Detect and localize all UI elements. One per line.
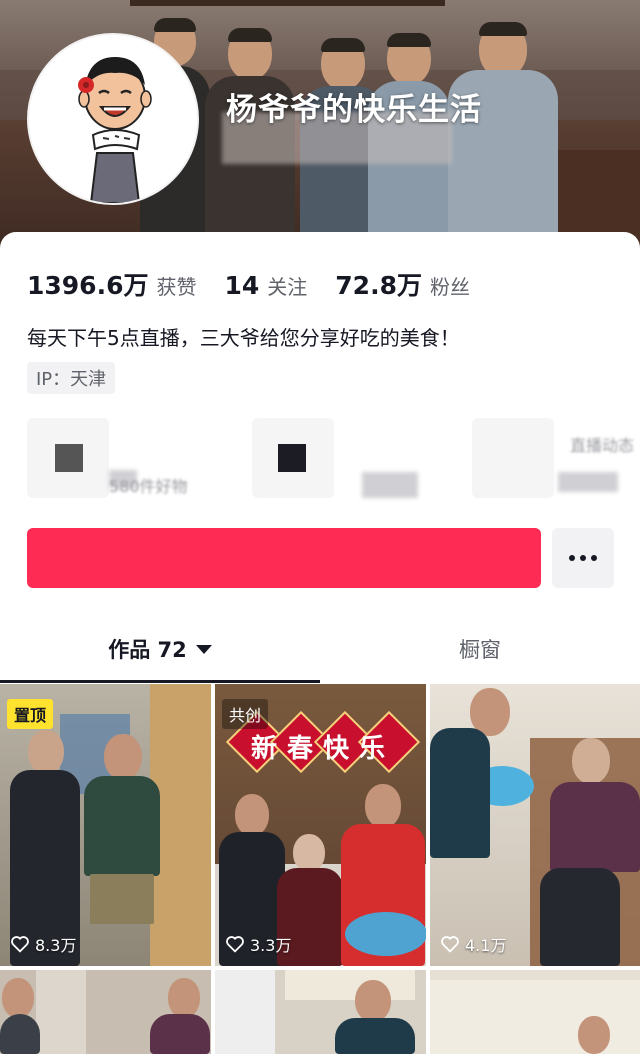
video-grid: 置顶 8.3万 新春快乐 共创 3.3万 4.1万 — [0, 684, 640, 1054]
video-tile-6[interactable] — [430, 970, 640, 1054]
more-dot-2 — [580, 555, 586, 561]
stat-followers-value: 72.8万 — [335, 271, 422, 300]
more-button[interactable] — [552, 528, 614, 588]
entry-live-label: 直播动态 — [570, 436, 635, 455]
video-5-fridge — [215, 970, 275, 1054]
video-1-person-right — [84, 734, 160, 966]
banner-frame — [130, 0, 445, 6]
entry-live-thumb — [472, 418, 554, 498]
avatar[interactable] — [27, 33, 199, 205]
more-dot-3 — [591, 555, 597, 561]
stat-likes[interactable]: 1396.6万 获赞 — [27, 266, 196, 302]
video-1-likes-count: 8.3万 — [35, 936, 77, 955]
entry-middle[interactable] — [252, 418, 452, 498]
video-2-likes-count: 3.3万 — [250, 936, 292, 955]
video-3-likes: 4.1万 — [440, 932, 506, 956]
video-1-person-left — [10, 730, 80, 966]
entry-shop-label: 580件好物 — [109, 477, 188, 496]
video-3-person-left — [430, 684, 520, 944]
entry-live-mosaic — [558, 472, 618, 492]
ip-location-tag: IP：天津 — [27, 362, 116, 394]
profile-banner: 杨爷爷的快乐生活 — [0, 0, 640, 250]
video-3-likes-count: 4.1万 — [465, 936, 507, 955]
more-dots-icon — [569, 555, 575, 561]
entry-shop[interactable]: 580件好物 — [27, 418, 227, 498]
video-tile-1[interactable]: 置顶 8.3万 — [0, 684, 211, 966]
heart-icon — [441, 936, 459, 953]
entry-shop-icon — [55, 444, 83, 472]
tab-works[interactable]: 作品 72 — [0, 618, 320, 680]
heart-icon — [226, 936, 244, 953]
video-tile-2[interactable]: 新春快乐 共创 3.3万 — [215, 684, 426, 966]
tab-active-indicator — [0, 680, 320, 683]
video-2-title: 新春快乐 — [250, 734, 395, 764]
video-3-person-right — [540, 738, 640, 966]
stat-likes-value: 1396.6万 — [27, 271, 149, 300]
stat-followers[interactable]: 72.8万 粉丝 — [335, 266, 470, 302]
video-4-person-left — [0, 978, 40, 1054]
tab-shop-label: 橱窗 — [459, 638, 501, 662]
video-2-basin — [345, 912, 426, 956]
profile-stats: 1396.6万 获赞 14 关注 72.8万 粉丝 — [27, 266, 498, 302]
stat-following-label: 关注 — [267, 275, 308, 299]
profile-bio: 每天下午5点直播，三大爷给您分享好吃的美食！ — [27, 326, 460, 350]
tab-works-label: 作品 72 — [108, 638, 187, 662]
cocreate-badge: 共创 — [222, 699, 269, 729]
tab-shop-window[interactable]: 橱窗 — [320, 618, 640, 680]
video-4-person-right — [150, 978, 210, 1054]
video-4-window — [36, 970, 86, 1054]
stat-followers-label: 粉丝 — [429, 275, 470, 299]
caret-down-icon[interactable] — [195, 644, 212, 654]
banner-person-5 — [448, 22, 558, 250]
stat-following[interactable]: 14 关注 — [224, 271, 307, 300]
video-5-person — [335, 980, 415, 1054]
follow-button[interactable] — [27, 528, 541, 588]
video-1-likes: 8.3万 — [10, 932, 76, 956]
video-2-likes: 3.3万 — [225, 932, 291, 956]
video-6-person — [570, 1016, 620, 1054]
avatar-caricature-icon — [29, 35, 197, 203]
video-tile-5[interactable] — [215, 970, 426, 1054]
heart-icon — [11, 936, 29, 953]
video-tile-3[interactable]: 4.1万 — [430, 684, 640, 966]
stat-following-value: 14 — [224, 271, 260, 300]
video-tile-4[interactable] — [0, 970, 211, 1054]
entry-middle-icon — [278, 444, 306, 472]
entry-middle-mosaic — [362, 472, 418, 498]
profile-nickname: 杨爷爷的快乐生活 — [226, 92, 482, 128]
profile-tabs: 作品 72 橱窗 — [0, 618, 640, 683]
entry-live[interactable]: 直播动态 — [472, 418, 640, 498]
stat-likes-label: 获赞 — [156, 275, 197, 299]
pinned-badge: 置顶 — [7, 699, 54, 729]
